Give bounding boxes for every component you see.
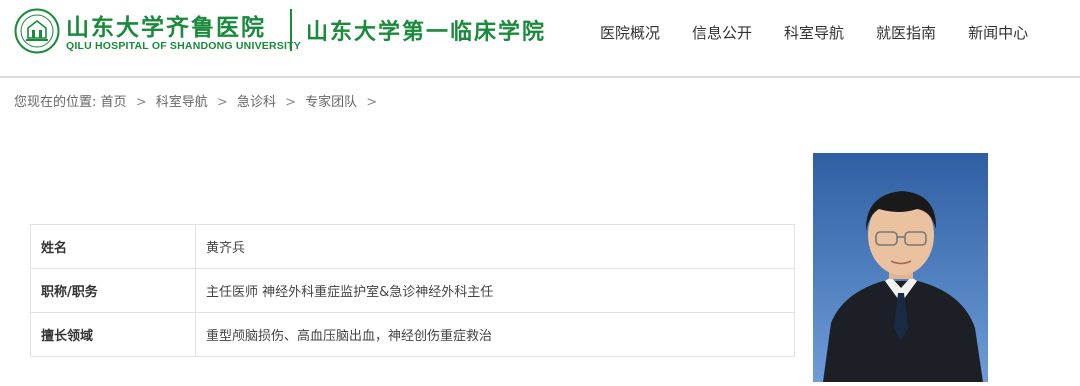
main-nav: 医院概况 信息公开 科室导航 就医指南 新闻中心 (600, 22, 1028, 46)
row-value-title: 主任医师 神经外科重症监护室&急诊神经外科主任 (195, 268, 795, 313)
breadcrumb-separator: > (135, 95, 147, 110)
breadcrumb-separator: > (216, 95, 228, 110)
nav-item-departments[interactable]: 科室导航 (784, 22, 844, 46)
row-label-name: 姓名 (30, 224, 196, 269)
row-label-title: 职称/职务 (30, 268, 196, 313)
nav-item-disclosure[interactable]: 信息公开 (692, 22, 752, 46)
breadcrumb-separator: > (285, 95, 296, 110)
table-row: 职称/职务 主任医师 神经外科重症监护室&急诊神经外科主任 (30, 268, 795, 313)
row-value-name: 黄齐兵 (195, 224, 795, 269)
logo-college-name: 山东大学第一临床学院 (306, 19, 547, 45)
logo-title[interactable]: 山东大学齐鲁医院 (66, 8, 266, 42)
row-value-specialty: 重型颅脑损伤、高血压脑出血，神经创伤重症救治 (195, 312, 795, 357)
table-row: 姓名 黄齐兵 (30, 224, 795, 269)
breadcrumb-item-departments[interactable]: 科室导航 (156, 95, 208, 110)
row-label-specialty: 擅长领域 (30, 312, 196, 357)
logo-divider (290, 9, 292, 51)
breadcrumb-prefix: 您现在的位置: (14, 95, 97, 110)
breadcrumb-item-experts[interactable]: 专家团队 (305, 95, 357, 110)
breadcrumb-item-home[interactable]: 首页 (101, 95, 127, 110)
site-header: 山东大学齐鲁医院 QILU HOSPITAL OF SHANDONG UNIVE… (0, 0, 1080, 76)
breadcrumb: 您现在的位置: 首页 > 科室导航 > 急诊科 > 专家团队 > (14, 94, 382, 112)
nav-item-overview[interactable]: 医院概况 (600, 22, 660, 46)
doctor-info-table: 姓名 黄齐兵 职称/职务 主任医师 神经外科重症监护室&急诊神经外科主任 擅长领… (30, 224, 795, 357)
breadcrumb-separator: > (366, 95, 378, 110)
header-divider (0, 76, 1080, 78)
doctor-photo (813, 153, 988, 382)
logo-subtitle-en: QILU HOSPITAL OF SHANDONG UNIVERSITY (66, 40, 301, 52)
breadcrumb-item-emergency[interactable]: 急诊科 (237, 95, 276, 110)
hospital-seal-icon[interactable] (14, 8, 60, 54)
nav-item-guide[interactable]: 就医指南 (876, 22, 936, 46)
nav-item-news[interactable]: 新闻中心 (968, 22, 1028, 46)
table-row: 擅长领域 重型颅脑损伤、高血压脑出血，神经创伤重症救治 (30, 312, 795, 357)
